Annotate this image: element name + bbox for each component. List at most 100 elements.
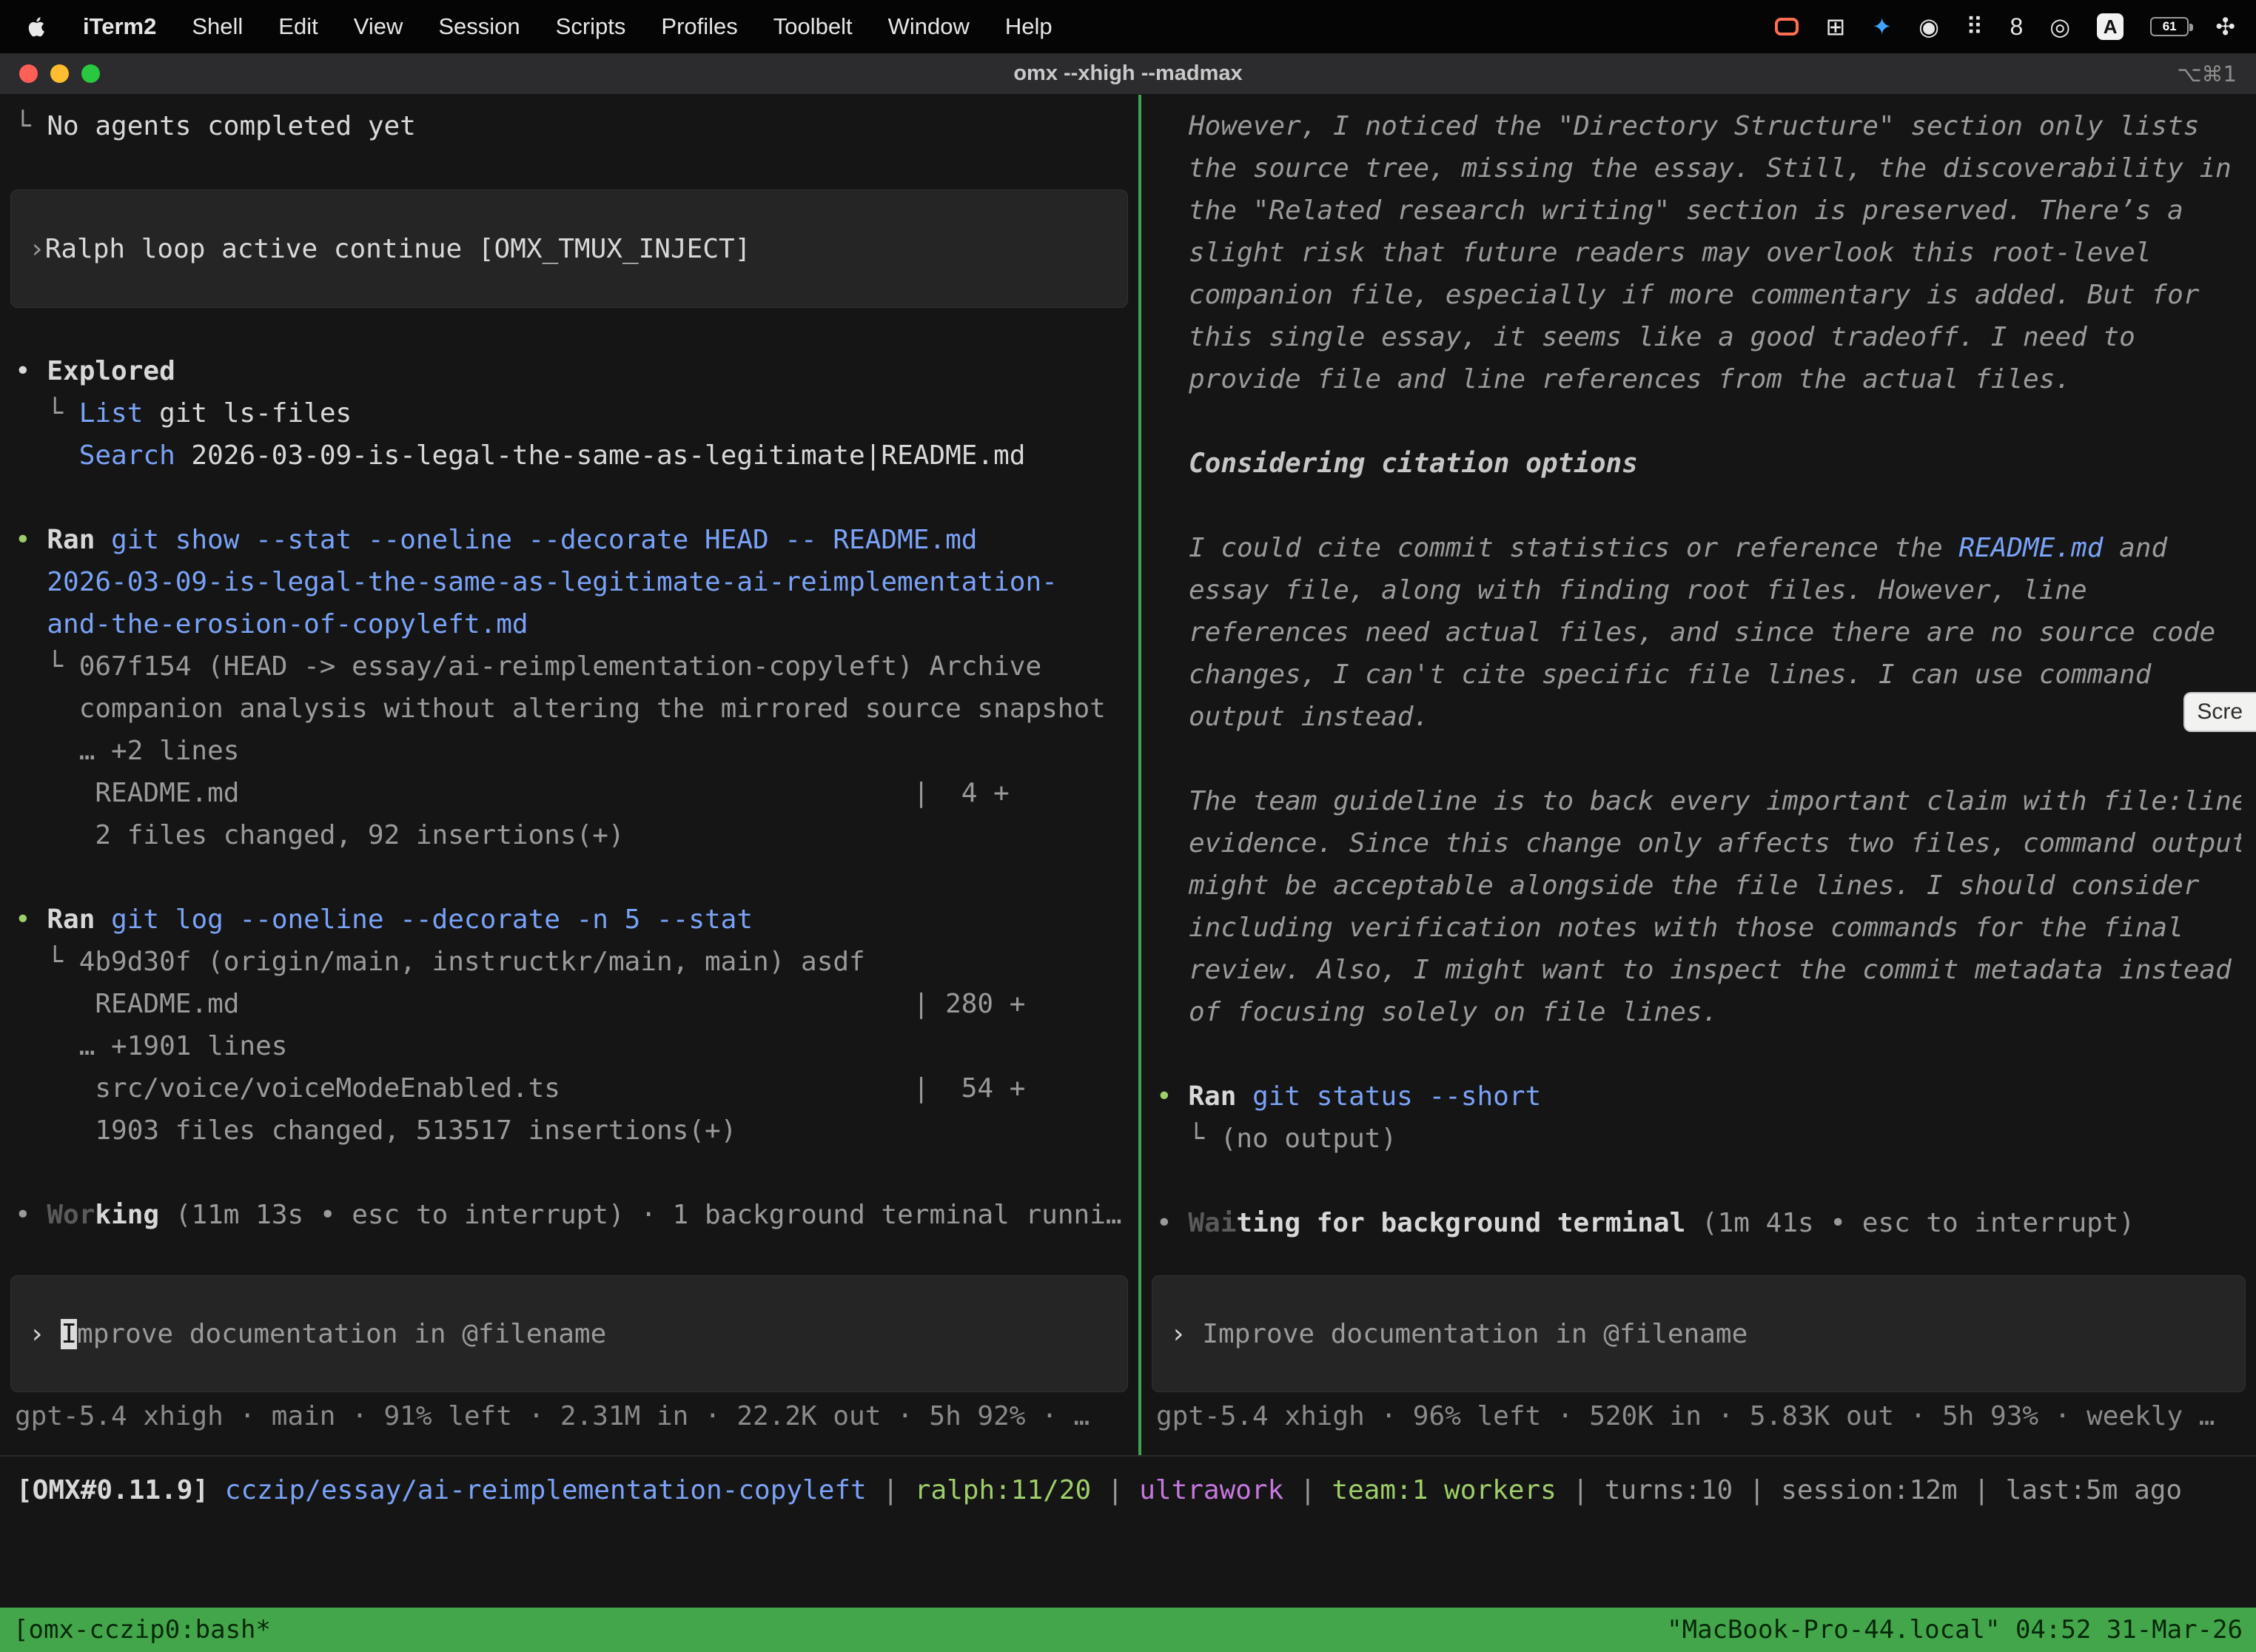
terminal-line: Search 2026-03-09-is-legal-the-same-as-l… <box>15 434 1124 477</box>
text-segment: README.md <box>1958 533 2103 563</box>
text-segment: 1903 files changed, 513517 insertions(+) <box>15 1115 736 1146</box>
text-segment: the "Related research writing" section i… <box>1189 195 2183 226</box>
stats-app-icon[interactable]: ◎ <box>2049 13 2070 41</box>
terminal-line: However, I noticed the "Directory Struct… <box>1156 105 2241 147</box>
battery-percent-label: 61 <box>2163 19 2177 34</box>
text-segment: turns:10 <box>1605 1475 1733 1505</box>
menu-item-profiles[interactable]: Profiles <box>643 13 755 39</box>
terminal-line: • Ran git status --short <box>1156 1075 2241 1118</box>
dark-app-icon[interactable]: ◉ <box>1918 13 1939 41</box>
text-segment: … +1901 lines <box>15 1031 287 1061</box>
menu-item-edit[interactable]: Edit <box>261 13 335 39</box>
terminal-line: └ (no output) <box>1156 1118 2241 1160</box>
fan-icon[interactable]: ✣ <box>2215 13 2235 41</box>
tmux-host-clock-label: "MacBook-Pro-44.local" 04:52 31-Mar-26 <box>1667 1615 2243 1645</box>
terminal-pane-right[interactable]: However, I noticed the "Directory Struct… <box>1141 95 2256 1455</box>
screen-share-overlay-tab[interactable]: Scre <box>2183 692 2256 732</box>
blank-line <box>1156 1160 2241 1202</box>
prompt-input-left[interactable]: › Improve documentation in @filename <box>10 1275 1128 1392</box>
blank-line <box>1156 738 2241 780</box>
text-segment: and <box>2103 533 2167 563</box>
menu-item-session[interactable]: Session <box>420 13 537 39</box>
text-segment: Search <box>79 440 175 471</box>
text-segment: essay file, along with finding root file… <box>1189 575 2087 605</box>
terminal-line: └ 067f154 (HEAD -> essay/ai-reimplementa… <box>15 645 1124 688</box>
text-segment: | <box>1733 1475 1781 1505</box>
launchpad-icon[interactable]: ⠿ <box>1966 13 1983 41</box>
blank-line <box>15 308 1124 350</box>
terminal-line: … +2 lines <box>15 730 1124 772</box>
text-segment: • <box>15 904 47 935</box>
menu-item-shell[interactable]: Shell <box>174 13 261 39</box>
blank-line <box>15 477 1124 519</box>
text-segment: mprove documentation in @filename <box>77 1319 606 1349</box>
text-segment <box>15 440 79 471</box>
keyboard-layout-icon[interactable]: A <box>2097 13 2124 40</box>
menu-item-help[interactable]: Help <box>987 13 1070 39</box>
text-segment: Wor <box>47 1200 95 1230</box>
tmux-status-bar: [omx-cczip0:bash* "MacBook-Pro-44.local"… <box>0 1608 2256 1652</box>
close-button[interactable] <box>19 64 38 83</box>
minimize-button[interactable] <box>50 64 69 83</box>
traffic-lights <box>19 53 100 94</box>
text-segment: references need actual files, and since … <box>1189 617 2215 648</box>
terminal-line: essay file, along with finding root file… <box>1156 569 2241 611</box>
terminal-line: companion file, especially if more comme… <box>1156 274 2241 316</box>
prompt-input-right[interactable]: › Improve documentation in @filename <box>1152 1275 2246 1392</box>
terminal-line: the source tree, missing the essay. Stil… <box>1156 147 2241 189</box>
menu-item-window[interactable]: Window <box>870 13 987 39</box>
apple-menu-icon[interactable] <box>21 15 65 38</box>
text-segment: ting for background terminal <box>1236 1208 1685 1238</box>
text-segment: README.md | 280 + <box>15 989 1025 1019</box>
window-grid-icon[interactable]: ⊞ <box>1825 13 1845 41</box>
text-segment: Explored <box>47 356 175 386</box>
terminal-line: review. Also, I might want to inspect th… <box>1156 949 2241 991</box>
text-segment: • <box>1156 1081 1188 1112</box>
text-segment: git status --short <box>1252 1081 1541 1112</box>
text-segment: evidence. Since this change only affects… <box>1189 828 2241 859</box>
terminal-line: and-the-erosion-of-copyleft.md <box>15 603 1124 645</box>
menu-item-toolbelt[interactable]: Toolbelt <box>756 13 870 39</box>
battery-icon[interactable]: 61 <box>2150 17 2189 36</box>
text-segment: I <box>61 1319 77 1349</box>
terminal-pane-left[interactable]: └ No agents completed yet› Ralph loop ac… <box>0 95 1138 1455</box>
menu-item-iterm2[interactable]: iTerm2 <box>65 13 174 39</box>
menu-item-view[interactable]: View <box>336 13 421 39</box>
text-segment: Ran <box>47 904 95 935</box>
text-segment: · 1 background terminal runni… <box>625 1200 1122 1230</box>
text-segment: | <box>867 1475 915 1505</box>
text-segment: output instead. <box>1189 702 1429 732</box>
zoom-button[interactable] <box>81 64 100 83</box>
blue-app-icon[interactable]: ✦ <box>1872 13 1892 41</box>
terminal-line: I could cite commit statistics or refere… <box>1156 527 2241 569</box>
text-segment: Improve documentation in @filename <box>1202 1319 1748 1349</box>
text-segment: | <box>1557 1475 1605 1505</box>
text-segment: provide file and line references from th… <box>1189 364 2071 394</box>
blank-line <box>1156 485 2241 527</box>
text-segment: └ <box>1156 1124 1221 1154</box>
text-segment: including verification notes with those … <box>1189 913 2183 943</box>
terminal-line: this single essay, it seems like a good … <box>1156 316 2241 358</box>
terminal-line: Considering citation options <box>1156 443 2241 485</box>
split-panes: └ No agents completed yet› Ralph loop ac… <box>0 95 2256 1457</box>
numkey-icon[interactable]: 8 <box>2010 13 2023 41</box>
window-title-bar[interactable]: omx --xhigh --madmax ⌥⌘1 <box>0 53 2256 95</box>
text-segment <box>159 1200 175 1230</box>
terminal-line: • Ran git show --stat --oneline --decora… <box>15 519 1124 561</box>
tmux-session-label: [omx-cczip0:bash* <box>13 1615 271 1645</box>
menu-item-scripts[interactable]: Scripts <box>538 13 644 39</box>
text-segment: and-the-erosion-of-copyleft.md <box>15 609 528 639</box>
terminal-line: • Explored <box>15 350 1124 392</box>
text-segment: | <box>1283 1475 1332 1505</box>
terminal-line: └ No agents completed yet <box>15 105 1124 147</box>
text-segment: … +2 lines <box>15 736 239 766</box>
terminal-line: slight risk that future readers may over… <box>1156 232 2241 274</box>
text-segment: king <box>95 1200 159 1230</box>
text-segment: (1m 41s • esc to interrupt) <box>1702 1208 2135 1238</box>
text-segment: cczip/essay/ai-reimplementation-copyleft <box>225 1475 867 1505</box>
menu-bar: iTerm2ShellEditViewSessionScriptsProfile… <box>0 0 2256 53</box>
text-segment: I could cite commit statistics or refere… <box>1189 533 1958 563</box>
text-segment: git log --oneline --decorate -n 5 --stat <box>111 904 753 935</box>
terminal-line: 1903 files changed, 513517 insertions(+) <box>15 1109 1124 1152</box>
screen-recording-indicator[interactable] <box>1775 18 1799 36</box>
